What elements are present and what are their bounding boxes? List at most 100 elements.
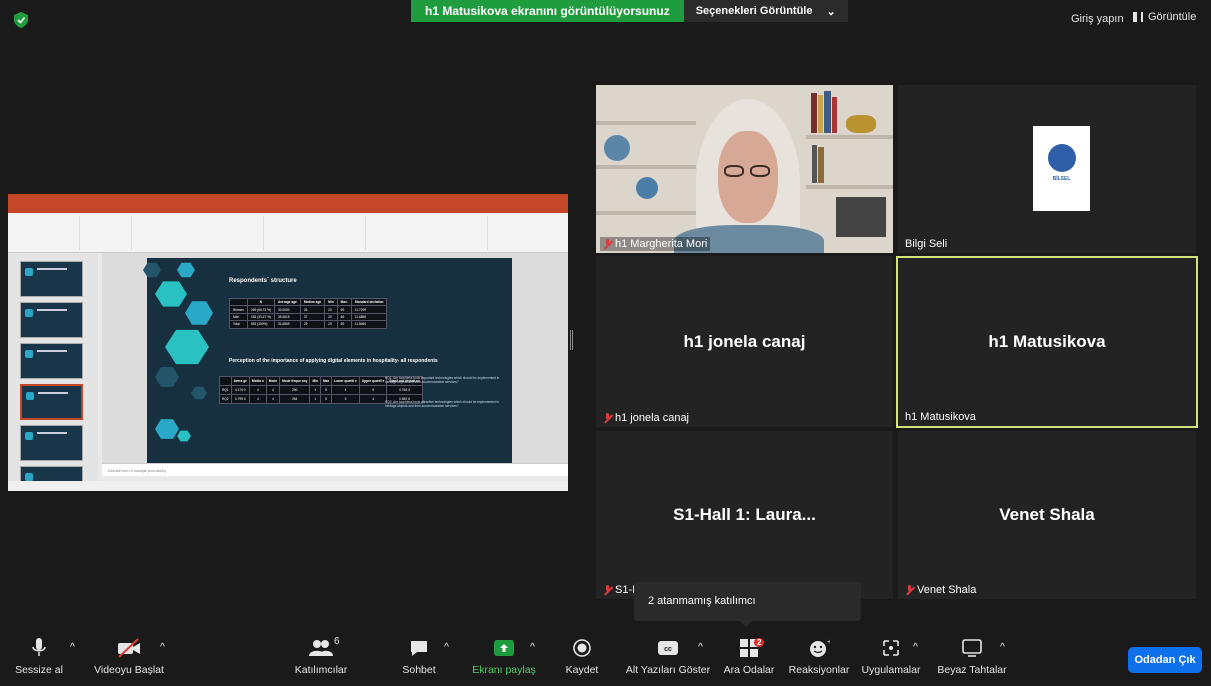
signin-link[interactable]: Giriş yapın [1071,13,1124,25]
participant-display-name: S1-Hall 1: Laura... [673,505,816,524]
perception-table-cell: 4 [248,385,267,395]
perception-table-cell: 4 [265,394,281,404]
glasses-lens [724,165,744,177]
respondents-table-header-cell: Max. [336,297,352,307]
respondents-table-cell: Total [229,320,248,329]
slide-thumbnail[interactable] [20,261,83,297]
respondents-table-header-row: N Average age Median age Min Max. Standard de… [229,297,388,307]
record-button[interactable]: Kaydet [562,638,602,676]
ppt-statusbar [8,481,568,491]
perception-table-row: RQ1 4.170 0 4 4 290 1 5 4 5 0.763 3 [219,385,423,395]
view-options-button[interactable]: Seçenekleri Görüntüle ⌄ [683,0,848,22]
participant-display-name: Venet Shala [999,505,1095,524]
chat-label: Sohbet [402,664,436,676]
slide-thumbnail[interactable] [20,425,83,461]
share-screen-button[interactable]: Ekranı paylaş [470,638,538,676]
layout-icon [1133,12,1143,22]
perception-table-cell: 5 [319,394,333,404]
respondents-table-cell: 30.0000 [273,305,301,314]
video-options-caret[interactable]: ^ [160,641,165,653]
perception-table-header-cell: Min [309,376,321,386]
notes-pane[interactable]: Kliknite sem a zadajte poznámky [102,463,568,476]
slide-thumbnails[interactable] [8,253,98,485]
start-video-button[interactable]: Videoyu Başlat [90,638,168,676]
respondents-table-row: Women 269 (66.73 %) 30.0000 26 20 69 11.7299 [229,305,388,314]
perception-table-cell: 5 [358,385,388,395]
shared-screen[interactable]: Respondents` structure N Average age Media… [8,194,568,491]
participant-name: Bilgi Seli [905,238,948,250]
slide-title: Respondents` structure [229,278,297,284]
perception-table-cell: RQ2 [219,394,232,404]
perception-table-cell: 4.170 0 [230,385,250,395]
respondents-table: N Average age Median age Min Max. Standard de… [229,297,388,329]
whiteboard-options-caret[interactable]: ^ [1000,641,1005,653]
apps-options-caret[interactable]: ^ [913,641,918,653]
participant-name-label: h1 Matusikova [902,410,979,424]
ribbon-group [368,216,488,250]
respondents-table-header-cell: Average age [273,297,301,307]
perception-table-cell: 5 [319,385,333,395]
rq2-note: RQ2: Are touchless tools attractive tech… [385,400,499,408]
perception-table-header-cell: Upper quartil e [358,376,388,386]
respondents-table-row: Men 184 (33.27 %) 35.0815 37 20 66 11.6856 [229,312,388,322]
apps-label: Uygulamalar [861,664,921,676]
unassigned-participants-tooltip: 2 atanmamış katılımcı [634,582,861,627]
participant-name: S1-I [615,584,636,596]
respondents-table-cell: 269 (66.73 %) [246,305,275,314]
audio-options-caret[interactable]: ^ [70,641,75,653]
respondents-table-cell: 37 [299,312,326,322]
perception-table-cell: 3 [331,394,360,404]
video-off-icon [90,638,168,658]
video-tile-jonela[interactable]: h1 jonela canaj h1 jonela canaj [596,256,893,427]
mute-button[interactable]: Sessize al [8,638,70,676]
ribbon-group [82,216,132,250]
respondents-table-cell: 66 [336,312,352,322]
mic-muted-icon [603,585,612,595]
perception-table-cell: 1 [309,385,321,395]
perception-table-header-cell [219,376,232,386]
chat-button[interactable]: Sohbet [396,638,442,676]
bilsel-logo: BİLSEL [1033,126,1090,211]
video-tile-venet[interactable]: Venet Shala Venet Shala [898,431,1196,599]
participant-name-label: h1 Margherita Mori [600,237,711,251]
microphone-icon [8,638,70,658]
respondents-table-cell: 20 [324,305,338,314]
respondents-table-cell: Women [229,305,248,314]
reactions-button[interactable]: + Reaksiyonlar [786,638,852,676]
participant-name-label: h1 jonela canaj [600,411,692,425]
video-tile-margherita[interactable]: h1 Margherita Mori [596,85,893,253]
breakout-rooms-button[interactable]: 2 Ara Odalar [720,638,778,676]
share-options-caret[interactable]: ^ [530,641,535,653]
chat-options-caret[interactable]: ^ [444,641,449,653]
view-button[interactable]: Görüntüle [1133,11,1196,23]
captions-options-caret[interactable]: ^ [698,641,703,653]
slide-thumbnail[interactable] [20,343,83,379]
perception-table-header-cell: Avera ge [230,376,250,386]
slide-thumbnail-selected[interactable] [20,384,83,420]
security-shield-icon[interactable] [14,12,28,28]
perception-table-header-cell: Mode [265,376,281,386]
show-captions-label: Alt Yazıları Göster [625,664,711,676]
record-label: Kaydet [565,664,599,676]
perception-table-cell: RQ1 [219,385,232,395]
video-tile-matusikova-active[interactable]: h1 Matusikova h1 Matusikova [896,256,1198,428]
slide-thumbnail[interactable] [20,302,83,338]
respondents-table-cell: 11.6856 [350,312,388,322]
glasses-lens [750,165,770,177]
video-tile-laura[interactable]: S1-Hall 1: Laura... S1-I [596,431,893,599]
perception-table-cell: 0.763 3 [386,385,423,395]
meeting-toolbar: Sessize al ^ Videoyu Başlat ^ 6 Katılımc… [0,628,1211,686]
split-divider-handle[interactable] [570,330,573,350]
chat-hexagon [155,419,179,439]
leave-meeting-button[interactable]: Odadan Çık [1128,647,1202,673]
respondents-table-cell: 11.8460 [350,320,388,329]
respondents-table-cell: 20 [324,320,338,329]
respondents-table-cell: 35.0815 [273,312,301,322]
respondents-table-cell: 184 (33.27 %) [246,312,275,322]
participants-button[interactable]: 6 Katılımcılar [286,636,356,676]
ribbon-group [10,216,80,250]
whiteboards-label: Beyaz Tahtalar [937,664,1007,676]
chevron-down-icon: ⌄ [826,5,836,18]
participant-display-name: h1 Matusikova [988,332,1106,351]
person-face [718,131,778,223]
